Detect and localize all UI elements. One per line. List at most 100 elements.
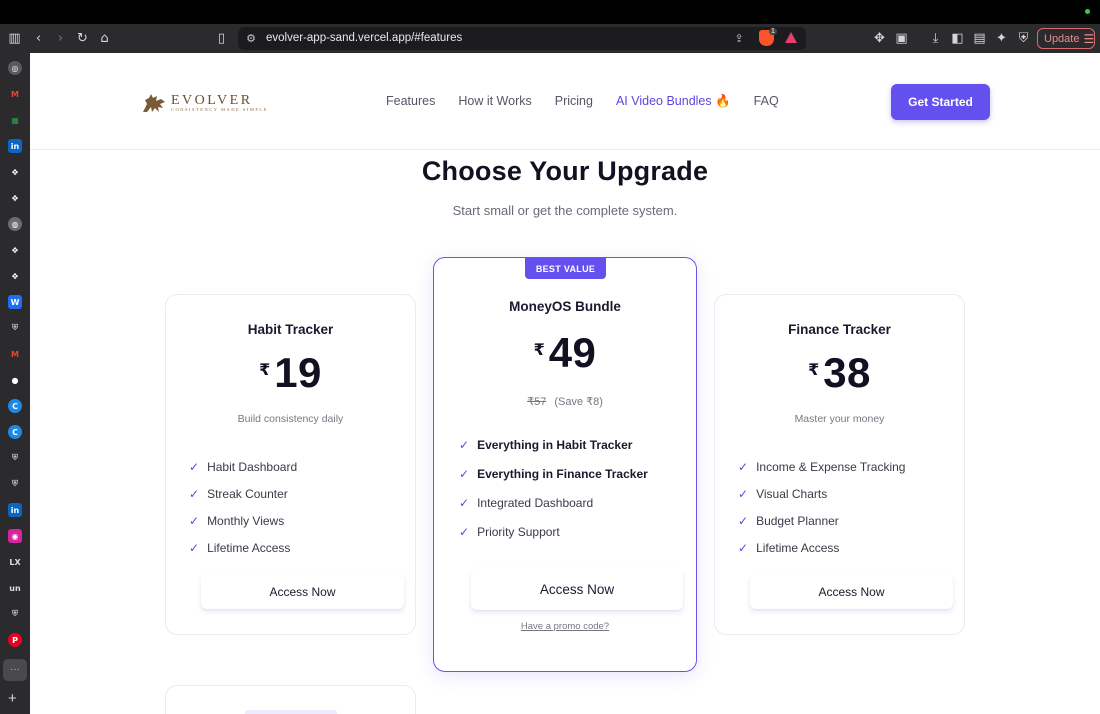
card-title: Finance Tracker (788, 322, 891, 337)
sidebar-toggle-icon[interactable]: ▥ (5, 29, 24, 48)
bookmark-icon[interactable]: ▯ (212, 29, 231, 48)
get-started-button[interactable]: Get Started (891, 84, 990, 120)
reload-icon[interactable]: ↻ (73, 29, 92, 48)
canva-icon[interactable]: C (8, 399, 22, 413)
card-price: ₹ 19 (166, 352, 415, 394)
access-now-button[interactable]: Access Now (750, 575, 953, 609)
old-price: ₹57 (527, 396, 547, 408)
back-icon[interactable]: ‹ (29, 29, 48, 48)
word-icon[interactable]: W (8, 295, 22, 309)
unstop-icon[interactable]: un (8, 581, 22, 595)
site-settings-icon[interactable]: ⚙ (243, 30, 259, 46)
access-now-button[interactable]: Access Now (471, 568, 683, 610)
price-amount: 19 (274, 349, 322, 396)
currency-symbol: ₹ (808, 362, 820, 379)
nav-link-faq[interactable]: FAQ (754, 94, 779, 109)
list-item: ✓ Everything in Habit Tracker (459, 430, 648, 459)
check-icon: ✓ (738, 486, 749, 501)
logo-tagline: CONSISTENCY MADE SIMPLE (171, 106, 268, 112)
card-price: ₹ 38 (715, 352, 964, 394)
web-page: EVOLVER CONSISTENCY MADE SIMPLE Features… (30, 53, 1100, 714)
shield-icon-3[interactable]: ⛨ (8, 477, 22, 491)
check-icon: ✓ (459, 466, 470, 481)
add-panel-icon[interactable]: + (8, 690, 17, 707)
price-amount: 38 (823, 349, 871, 396)
app-icon-2[interactable]: ✥ (8, 191, 22, 205)
app-icon-1[interactable]: ✥ (8, 165, 22, 179)
url-text[interactable]: evolver-app-sand.vercel.app/#features (266, 32, 462, 44)
list-item: ✓ Everything in Finance Tracker (459, 459, 648, 488)
status-dot (1085, 9, 1090, 14)
check-icon: ✓ (189, 459, 200, 474)
nav-link-pricing[interactable]: Pricing (555, 94, 593, 109)
leo-ai-icon[interactable]: ✦ (992, 29, 1011, 48)
check-icon: ✓ (738, 513, 749, 528)
feature-text: Monthly Views (207, 513, 285, 528)
gmail-icon[interactable]: M (8, 87, 22, 101)
app-icon-4[interactable]: ✥ (8, 269, 22, 283)
shield-icon-2[interactable]: ⛨ (8, 451, 22, 465)
card-price: ₹ 49 (434, 332, 696, 374)
check-icon: ✓ (459, 495, 470, 510)
pricing-card-moneyos-bundle: BEST VALUE MoneyOS Bundle ₹ 49 ₹57 (Save … (433, 257, 697, 672)
screenshot-icon[interactable]: ▣ (892, 29, 911, 48)
savings-text: (Save ₹8) (554, 396, 603, 408)
globe-icon[interactable]: ◍ (8, 217, 22, 231)
currency-symbol: ₹ (533, 342, 545, 359)
promo-code-link[interactable]: Have a promo code? (434, 621, 696, 632)
instagram-icon[interactable]: ◉ (8, 529, 22, 543)
shields-count-badge: 1 (769, 28, 777, 35)
feature-text: Everything in Finance Tracker (477, 466, 648, 481)
feature-text: Everything in Habit Tracker (477, 437, 633, 452)
card-description: Master your money (794, 413, 885, 425)
vpn-shield-icon[interactable]: ⛨ (1014, 29, 1033, 48)
section-title: Choose Your Upgrade (421, 156, 709, 186)
share-icon[interactable]: ⇪ (731, 30, 747, 46)
menu-icon: ☰ (1083, 31, 1095, 46)
nav-link-features[interactable]: Features (386, 94, 435, 109)
shield-icon[interactable]: ⛨ (8, 321, 22, 335)
sheets-icon[interactable]: ▦ (8, 113, 22, 127)
download-icon[interactable]: ⤓ (926, 29, 945, 48)
address-bar[interactable]: ⚙ evolver-app-sand.vercel.app/#features … (238, 27, 806, 50)
canva-icon-2[interactable]: C (8, 425, 22, 439)
linkedin-icon-2[interactable]: in (8, 503, 22, 517)
openai-icon[interactable]: ◎ (8, 61, 22, 75)
wallet-icon[interactable]: ▤ (970, 29, 989, 48)
list-item: ✓ Habit Dashboard (189, 453, 297, 480)
card-title: Habit Tracker (247, 322, 334, 337)
app-icon-3[interactable]: ✥ (8, 243, 22, 257)
list-item: ✓ Lifetime Access (738, 534, 905, 561)
lx-icon[interactable]: LX (8, 555, 22, 569)
gmail-icon-2[interactable]: M (8, 347, 22, 361)
check-icon: ✓ (189, 513, 200, 528)
feature-list: ✓ Habit Dashboard ✓ Streak Counter ✓ Monthl… (189, 453, 297, 561)
price-amount: 49 (548, 329, 597, 376)
home-icon[interactable]: ⌂ (95, 29, 114, 48)
feature-text: Visual Charts (756, 486, 828, 501)
linkedin-icon[interactable]: in (8, 139, 22, 153)
feature-text: Budget Planner (756, 513, 839, 528)
github-icon[interactable]: ● (8, 373, 22, 387)
sidebar-panel-icon[interactable]: ◧ (948, 29, 967, 48)
check-icon: ✓ (459, 524, 470, 539)
card-title: MoneyOS Bundle (509, 299, 621, 314)
extensions-icon[interactable]: ✥ (870, 29, 889, 48)
list-item: ✓ Lifetime Access (189, 534, 297, 561)
pinterest-icon[interactable]: P (8, 633, 22, 647)
nav-links: Features How it Works Pricing AI Video B… (386, 94, 779, 109)
update-button[interactable]: Update ☰ (1037, 28, 1095, 49)
brave-rewards-icon[interactable] (785, 32, 797, 43)
forward-icon[interactable]: › (51, 29, 70, 48)
nav-link-ai-video-bundles[interactable]: AI Video Bundles 🔥 (616, 94, 731, 109)
nav-link-how-it-works[interactable]: How it Works (458, 94, 531, 109)
access-now-button[interactable]: Access Now (201, 575, 404, 609)
shield-icon-4[interactable]: ⛨ (8, 607, 22, 621)
feature-text: Lifetime Access (756, 540, 840, 555)
card-button-partial (245, 710, 337, 714)
feature-text: Income & Expense Tracking (756, 459, 906, 474)
site-logo[interactable]: EVOLVER CONSISTENCY MADE SIMPLE (141, 91, 268, 115)
list-item: ✓ Visual Charts (738, 480, 905, 507)
list-item: ✓ Income & Expense Tracking (738, 453, 905, 480)
more-panels-icon[interactable]: ··· (3, 659, 27, 681)
